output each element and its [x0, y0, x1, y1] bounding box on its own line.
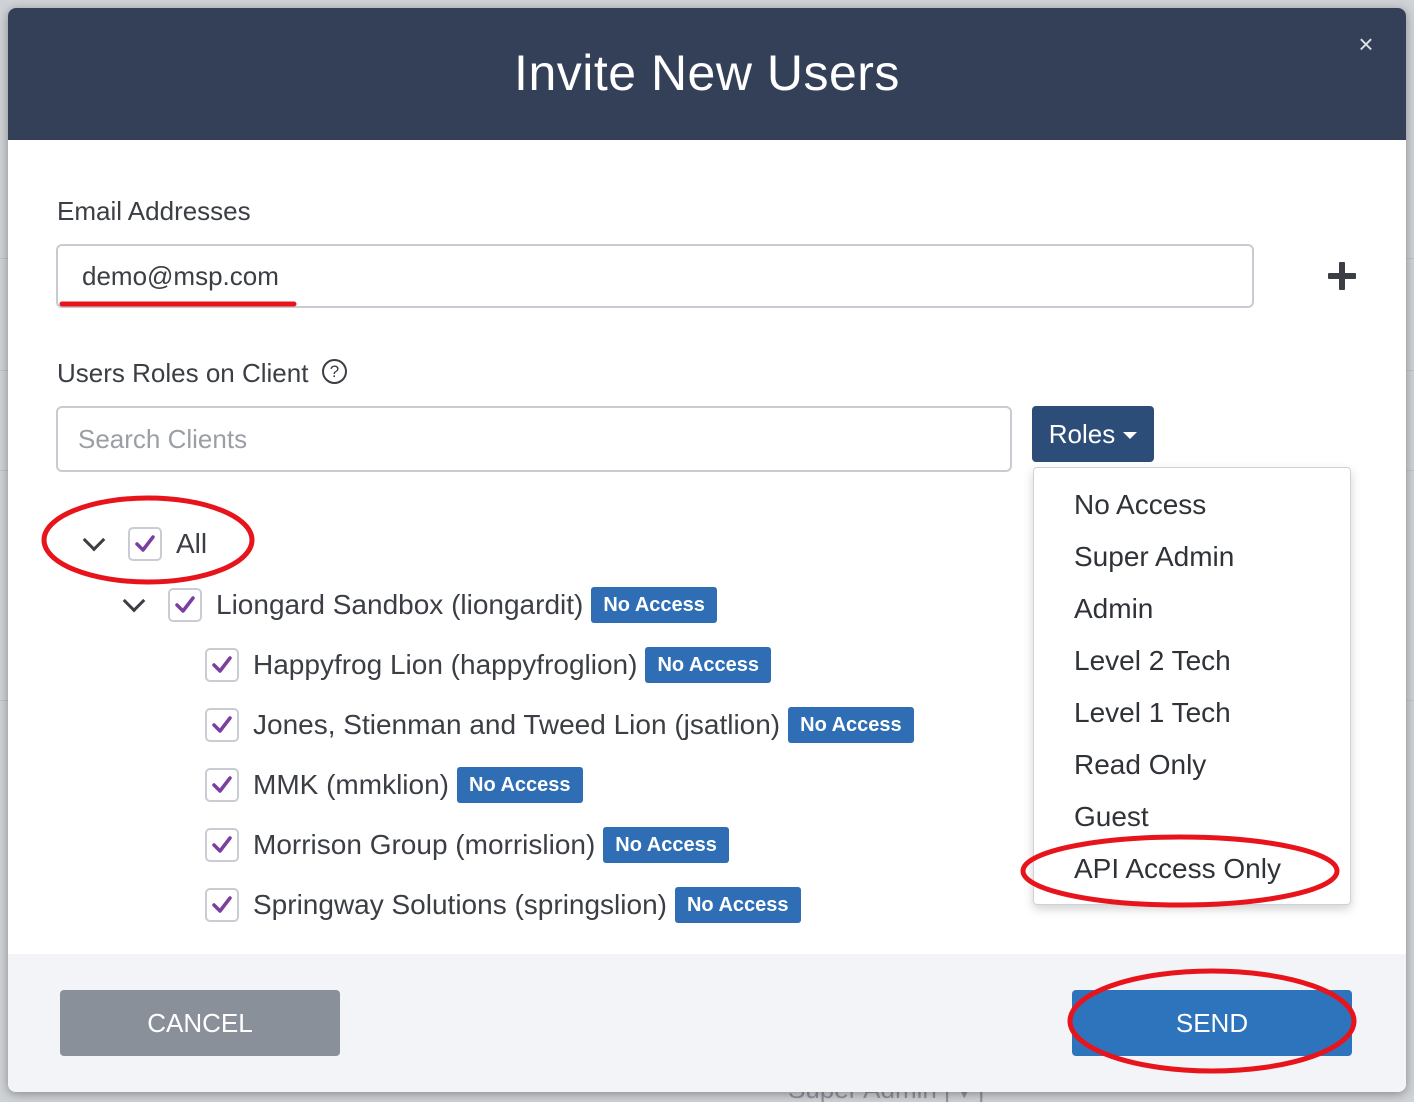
chevron-down-icon[interactable] [122, 589, 146, 613]
search-clients-input[interactable] [56, 406, 1012, 472]
invite-users-modal: Invite New Users × Email Addresses Users… [8, 8, 1406, 1092]
checkmark-icon [212, 896, 232, 913]
help-icon[interactable]: ? [322, 359, 347, 384]
role-option-read-only[interactable]: Read Only [1074, 749, 1206, 781]
tree-label-springway-solutions: Springway Solutions (springslion) [253, 889, 667, 920]
tree-row-all: All [82, 527, 208, 561]
checkmark-icon [175, 596, 195, 613]
checkmark-icon [212, 656, 232, 673]
checkmark-icon [212, 836, 232, 853]
cancel-button[interactable]: CANCEL [60, 990, 340, 1056]
close-icon[interactable]: × [1352, 30, 1380, 58]
role-badge[interactable]: No Access [457, 767, 583, 803]
role-badge[interactable]: No Access [603, 827, 729, 863]
role-badge[interactable]: No Access [788, 707, 914, 743]
checkbox-mmk[interactable] [205, 768, 239, 802]
email-addresses-label: Email Addresses [57, 196, 251, 226]
role-option-no-access[interactable]: No Access [1074, 489, 1206, 521]
user-roles-label: Users Roles on Client [57, 358, 309, 388]
tree-label-jones-stienman-tweed: Jones, Stienman and Tweed Lion (jsatlion… [253, 709, 781, 740]
chevron-down-icon[interactable] [82, 528, 106, 552]
role-option-super-admin[interactable]: Super Admin [1074, 541, 1234, 573]
add-email-plus-icon[interactable] [1328, 262, 1356, 290]
tree-row-child: Happyfrog Lion (happyfroglion) No Access [205, 647, 771, 683]
modal-header: Invite New Users × [8, 8, 1406, 140]
roles-dropdown-button[interactable]: Roles [1032, 406, 1154, 462]
modal-title: Invite New Users [514, 45, 900, 101]
send-button[interactable]: SEND [1072, 990, 1352, 1056]
checkbox-liongard-sandbox[interactable] [168, 588, 202, 622]
role-option-admin[interactable]: Admin [1074, 593, 1153, 625]
role-option-level-1-tech[interactable]: Level 1 Tech [1074, 697, 1231, 729]
tree-row-child: Morrison Group (morrislion) No Access [205, 827, 729, 863]
tree-row-child: Jones, Stienman and Tweed Lion (jsatlion… [205, 707, 914, 743]
role-option-api-access-only[interactable]: API Access Only [1074, 853, 1281, 885]
checkbox-happyfrog-lion[interactable] [205, 648, 239, 682]
tree-label-liongard-sandbox: Liongard Sandbox (liongardit) [216, 589, 584, 620]
tree-label-happyfrog-lion: Happyfrog Lion (happyfroglion) [253, 649, 638, 680]
role-badge[interactable]: No Access [591, 587, 717, 623]
checkmark-icon [135, 535, 155, 552]
role-option-guest[interactable]: Guest [1074, 801, 1149, 833]
role-option-level-2-tech[interactable]: Level 2 Tech [1074, 645, 1231, 677]
roles-dropdown-menu: No Access Super Admin Admin Level 2 Tech… [1033, 467, 1351, 905]
checkbox-springway-solutions[interactable] [205, 888, 239, 922]
email-field[interactable] [56, 244, 1254, 308]
tree-label-all: All [176, 528, 208, 559]
role-badge[interactable]: No Access [674, 887, 801, 923]
caret-down-icon [1123, 432, 1138, 439]
tree-row-parent: Liongard Sandbox (liongardit) No Access [122, 587, 717, 623]
checkbox-all[interactable] [128, 527, 162, 561]
roles-button-label: Roles [1048, 418, 1116, 449]
checkmark-icon [212, 776, 232, 793]
checkmark-icon [212, 716, 232, 733]
checkbox-morrison-group[interactable] [205, 828, 239, 862]
tree-row-child: MMK (mmklion) No Access [205, 767, 583, 803]
tree-row-child: Springway Solutions (springslion) No Acc… [205, 887, 801, 923]
checkbox-jones-stienman-tweed[interactable] [205, 708, 239, 742]
tree-label-morrison-group: Morrison Group (morrislion) [253, 829, 596, 860]
tree-label-mmk: MMK (mmklion) [253, 769, 449, 800]
role-badge[interactable]: No Access [645, 647, 771, 683]
